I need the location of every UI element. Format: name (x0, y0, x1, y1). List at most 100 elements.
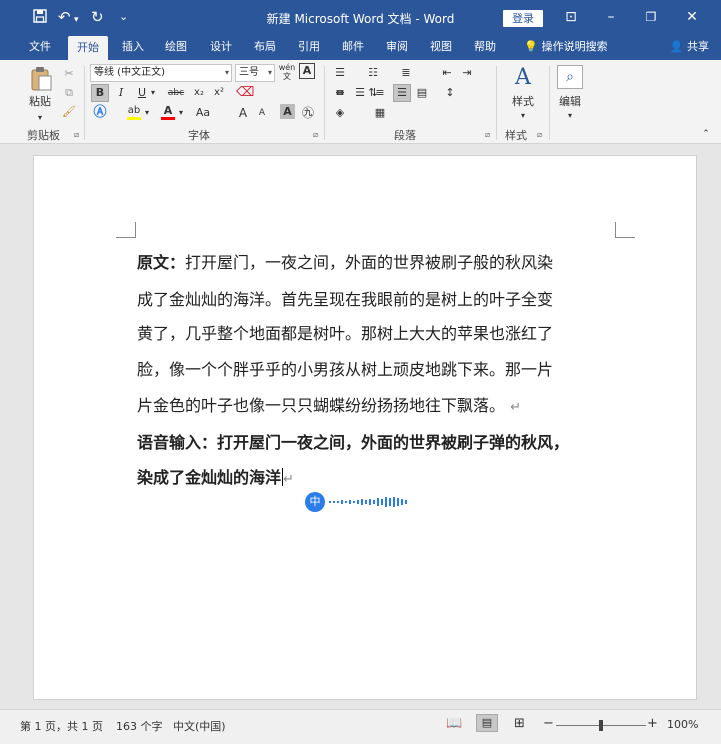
redo-icon[interactable]: ↻ (91, 9, 104, 25)
font-name-combo[interactable]: 等线 (中文正文) ▾ (90, 64, 232, 82)
font-launcher-icon[interactable]: ⧄ (313, 130, 318, 140)
underline-dropdown-icon[interactable]: ▾ (149, 84, 157, 102)
tab-insert[interactable]: 插入 (113, 35, 153, 60)
word-count[interactable]: 163 个字 (116, 718, 163, 734)
subscript-button[interactable]: x₂ (190, 84, 208, 102)
web-layout-icon[interactable]: ⊞ (514, 716, 525, 731)
customize-quick-access-icon[interactable]: ⌄ (119, 9, 128, 25)
align-center-icon[interactable]: ☰ (351, 84, 369, 102)
zoom-in-button[interactable]: + (647, 716, 658, 731)
distributed-icon[interactable]: ▤ (413, 84, 431, 102)
change-case-button[interactable]: Aa (192, 104, 214, 122)
shrink-font-button[interactable]: A (253, 104, 271, 122)
increase-indent-icon[interactable]: ⇥ (458, 64, 476, 82)
cut-icon[interactable]: ✂ (60, 65, 78, 83)
divider (84, 66, 85, 140)
minimize-button[interactable]: – (601, 7, 621, 27)
character-shading-icon[interactable]: A (280, 104, 295, 119)
login-button[interactable]: 登录 (503, 10, 543, 27)
print-layout-icon[interactable]: ▤ (476, 714, 498, 732)
styles-launcher-icon[interactable]: ⧄ (537, 130, 542, 140)
strikethrough-button[interactable]: abc (165, 84, 187, 102)
voice-line-1[interactable]: 语音输入：打开屋门一夜之间，外面的世界被刷子弹的秋风， (137, 429, 569, 453)
tab-home[interactable]: 开始 (68, 36, 108, 61)
read-mode-icon[interactable]: 📖 (446, 716, 462, 731)
voice-line-2[interactable]: 染成了金灿灿的海洋 ↵ (137, 464, 294, 488)
font-size-value: 三号 (239, 67, 259, 78)
shading-icon[interactable]: ◈ (331, 104, 349, 122)
tab-review[interactable]: 审阅 (377, 35, 417, 60)
paste-dropdown-icon[interactable]: ▾ (36, 110, 44, 126)
collapse-ribbon-icon[interactable]: ⌃ (700, 126, 712, 142)
styles-group-label: 样式 (505, 129, 527, 142)
tab-draw[interactable]: 绘图 (156, 35, 196, 60)
line-text: 染成了金灿灿的海洋 (137, 468, 282, 487)
ribbon-display-options-icon[interactable]: ⊡ (561, 7, 581, 27)
waveform-icon (329, 497, 407, 507)
find-icon[interactable]: ⌕ (557, 65, 583, 89)
tab-file[interactable]: 文件 (20, 35, 60, 60)
clipboard-icon[interactable] (28, 66, 54, 94)
clear-formatting-icon[interactable]: ⌫ (236, 84, 254, 102)
share-button[interactable]: 👤 共享 (670, 35, 709, 59)
multilevel-list-icon[interactable]: ≣ (397, 64, 415, 82)
phonetic-guide-icon[interactable]: wén 文 (278, 63, 296, 81)
language[interactable]: 中文(中国) (173, 718, 226, 734)
doc-line-1[interactable]: 原文：打开屋门，一夜之间，外面的世界被刷子般的秋风染 (137, 249, 553, 273)
line-text: 打开屋门，一夜之间，外面的世界被刷子般的秋风染 (185, 253, 554, 272)
doc-line-5[interactable]: 片金色的叶子也像一只只蝴蝶纷纷扬扬地往下飘落。 ↵ (137, 392, 521, 416)
character-border-icon[interactable]: A (299, 63, 315, 79)
paste-button[interactable]: 粘贴 (26, 94, 54, 110)
align-left-icon[interactable]: ≡ (331, 84, 349, 102)
styles-dropdown-icon[interactable]: ▾ (519, 108, 527, 124)
line-spacing-icon[interactable]: ↕ (441, 84, 459, 102)
styles-icon[interactable]: A (505, 64, 541, 92)
paragraph-group-label: 段落 (394, 129, 416, 142)
copy-icon[interactable]: ⧉ (60, 84, 78, 102)
bold-button[interactable]: B (91, 84, 109, 102)
paragraph-launcher-icon[interactable]: ⧄ (485, 130, 490, 140)
numbering-icon[interactable]: ☷ (364, 64, 382, 82)
close-button[interactable]: ✕ (682, 7, 702, 27)
borders-icon[interactable]: ▦ (371, 104, 389, 122)
justify-icon[interactable]: ☰ (393, 84, 411, 102)
doc-line-2[interactable]: 成了金灿灿的海洋。首先呈现在我眼前的是树上的叶子全变 (137, 286, 553, 310)
tab-layout[interactable]: 布局 (245, 35, 285, 60)
italic-button[interactable]: I (112, 84, 130, 102)
page-count[interactable]: 第 1 页，共 1 页 (20, 718, 103, 734)
divider (496, 66, 497, 140)
undo-dropdown-icon[interactable]: ▾ (74, 12, 79, 28)
tab-references[interactable]: 引用 (289, 35, 329, 60)
tab-mailings[interactable]: 邮件 (333, 35, 373, 60)
font-size-combo[interactable]: 三号 ▾ (235, 64, 275, 82)
ime-indicator[interactable]: 中 (305, 492, 325, 512)
decrease-indent-icon[interactable]: ⇤ (438, 64, 456, 82)
format-painter-icon[interactable]: 🖌 (60, 103, 78, 121)
zoom-level[interactable]: 100% (667, 718, 698, 731)
font-color-dropdown-icon[interactable]: ▾ (177, 104, 185, 122)
ribbon-tabs: 文件 开始 插入 绘图 设计 布局 引用 邮件 审阅 视图 帮助 💡 操作说明搜… (0, 35, 721, 61)
bullets-icon[interactable]: ☰ (331, 64, 349, 82)
tab-design[interactable]: 设计 (201, 35, 241, 60)
phonetic-label: wén (278, 63, 296, 72)
highlight-color-button[interactable]: ab (125, 102, 143, 120)
tell-me-search[interactable]: 💡 操作说明搜索 (516, 35, 616, 60)
tab-help[interactable]: 帮助 (465, 35, 505, 60)
font-color-button[interactable]: A (159, 102, 177, 120)
superscript-button[interactable]: x² (210, 84, 228, 102)
doc-line-3[interactable]: 黄了，几乎整个地面都是树叶。那树上大大的苹果也涨红了 (137, 320, 553, 344)
clipboard-launcher-icon[interactable]: ⧄ (74, 130, 79, 140)
save-icon[interactable] (33, 9, 47, 26)
restore-button[interactable]: ❐ (641, 7, 661, 27)
zoom-out-button[interactable]: − (543, 716, 554, 731)
highlight-dropdown-icon[interactable]: ▾ (143, 104, 151, 122)
editing-dropdown-icon[interactable]: ▾ (566, 108, 574, 124)
zoom-slider-thumb[interactable] (599, 720, 603, 731)
undo-icon[interactable]: ↶ (58, 9, 71, 25)
text-effects-icon[interactable]: Ⓐ (91, 104, 109, 122)
enclose-characters-icon[interactable]: ㊈ (299, 104, 317, 122)
align-right-icon[interactable]: ≡ (371, 84, 389, 102)
doc-line-4[interactable]: 脸，像一个个胖乎乎的小男孩从树上顽皮地跳下来。那一片 (137, 356, 553, 380)
grow-font-button[interactable]: A (234, 104, 252, 122)
tab-view[interactable]: 视图 (421, 35, 461, 60)
